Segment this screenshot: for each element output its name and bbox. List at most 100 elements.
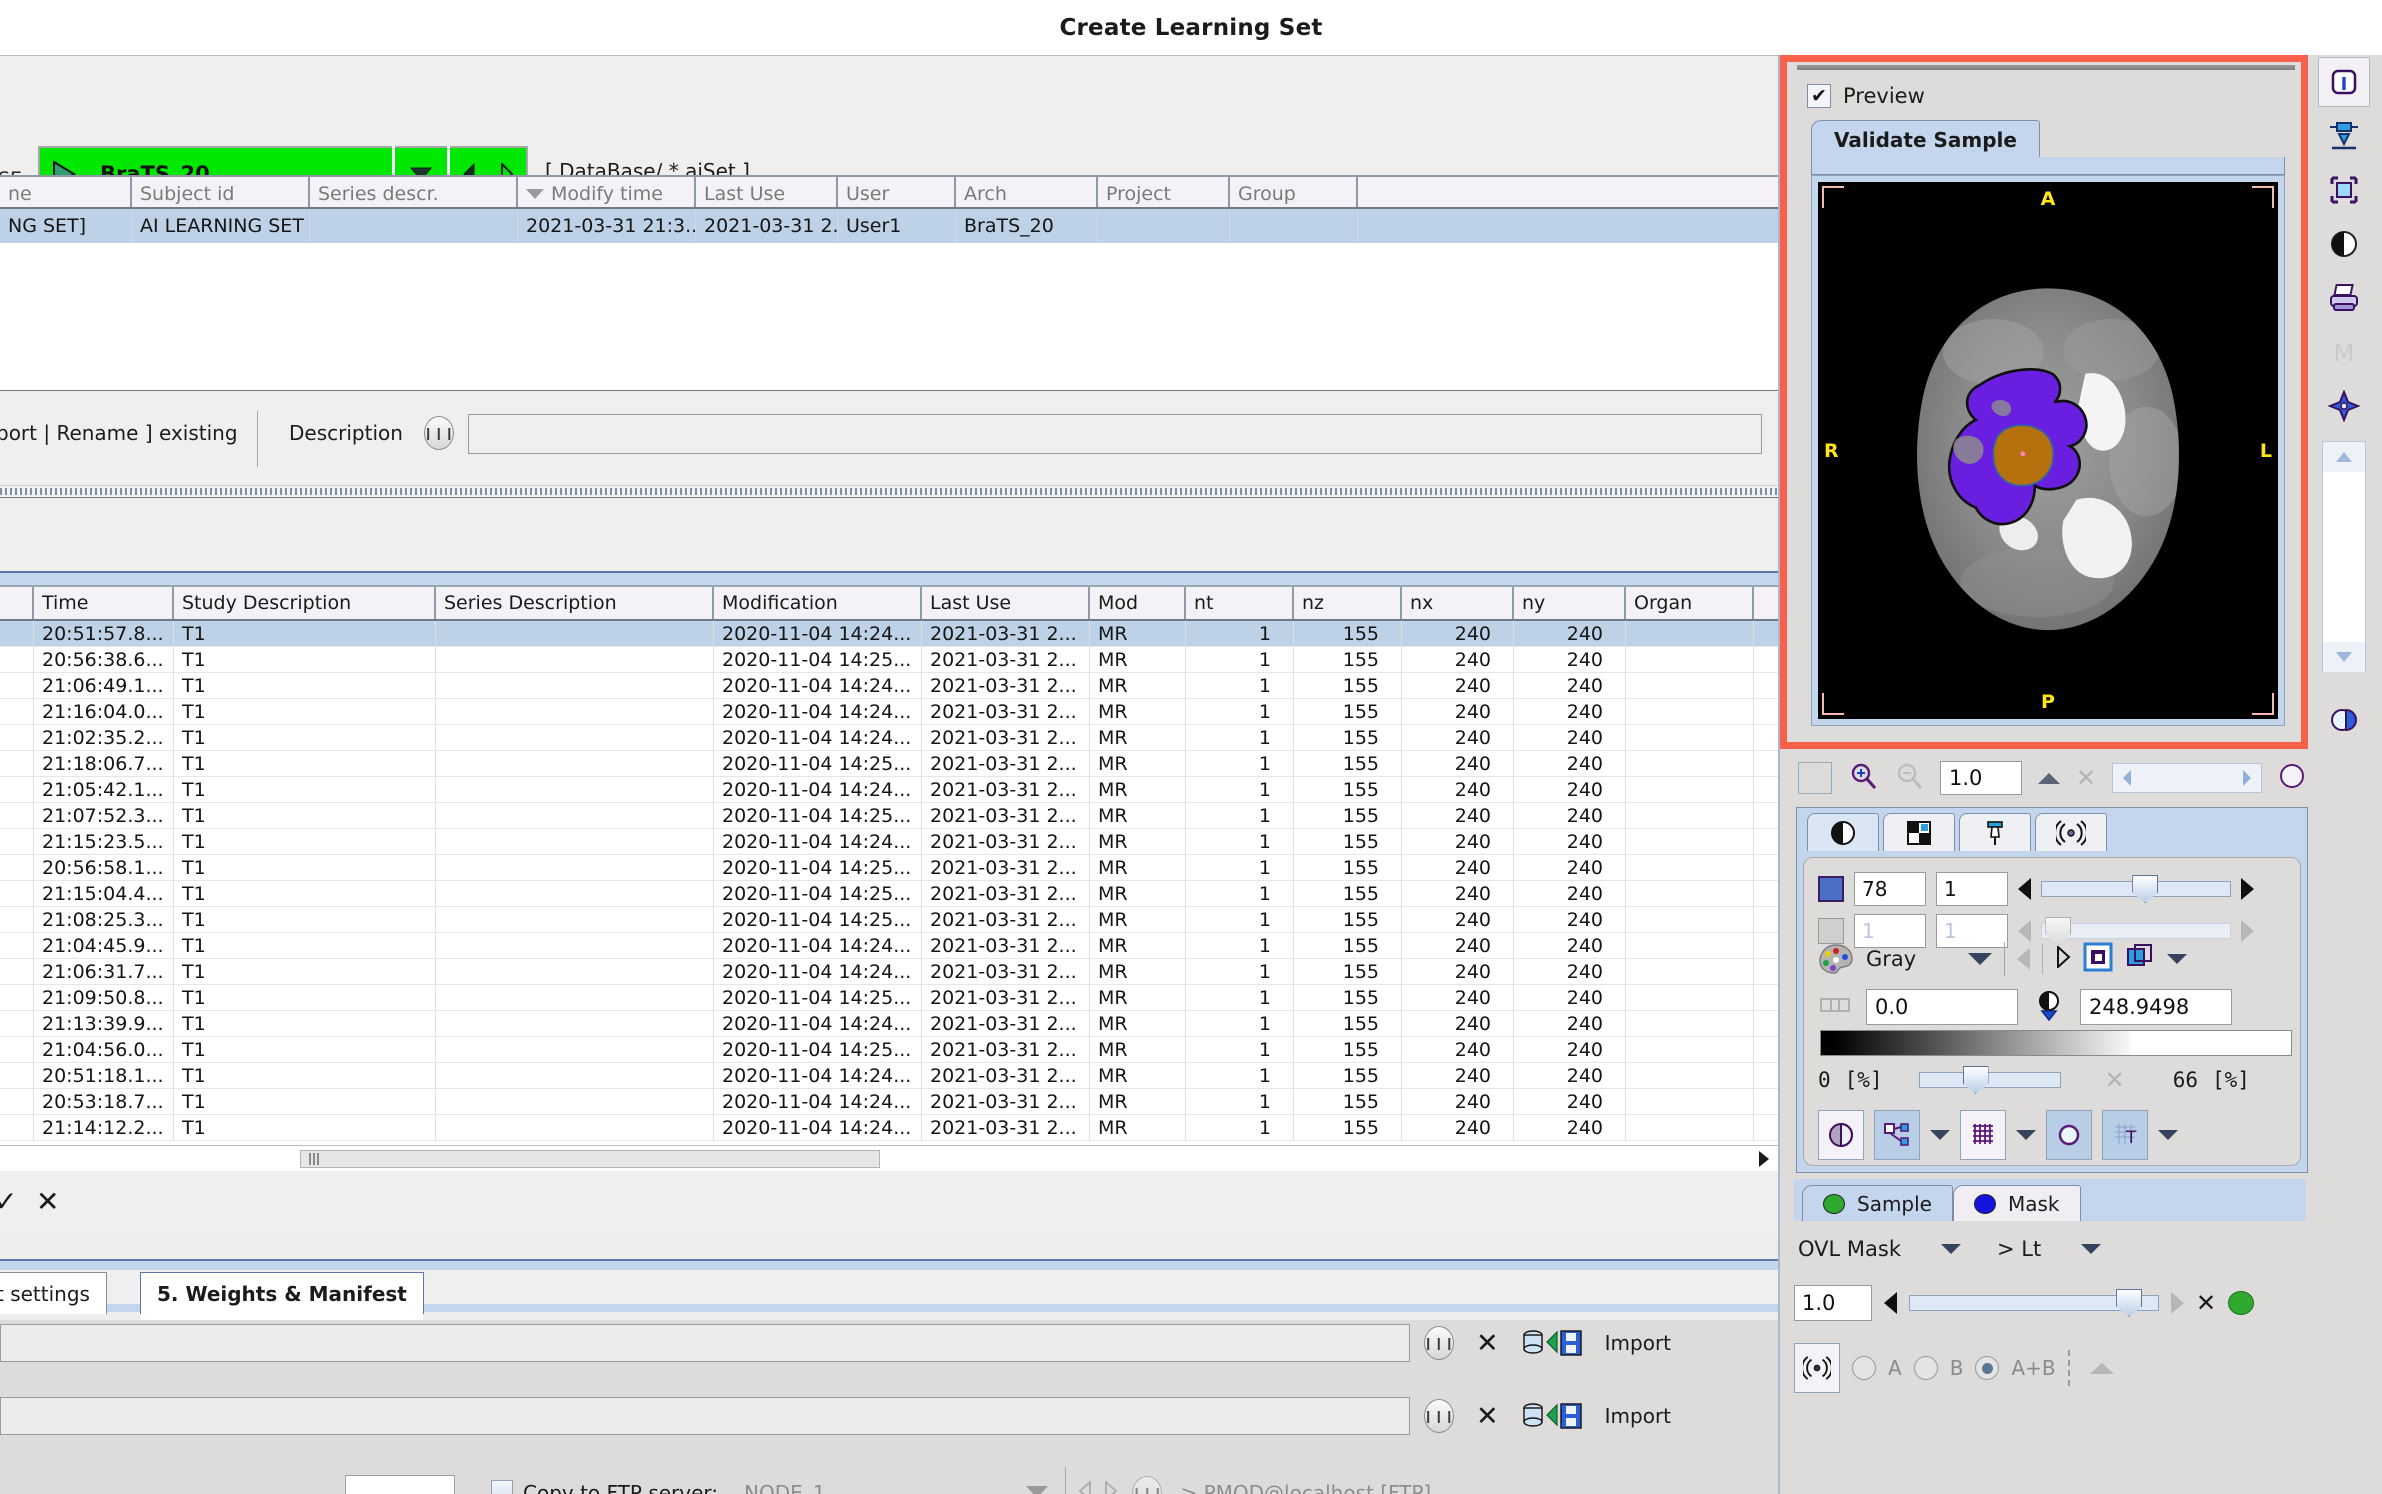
table-row[interactable]: 21:15:23.5... T1 2020-11-04 14:24... 2021-0…	[0, 829, 1778, 855]
table-row[interactable]: 20:56:58.1... T1 2020-11-04 14:25... 2021-0…	[0, 855, 1778, 881]
percent-clear-button[interactable]: ✕	[2105, 1066, 2125, 1094]
table-row[interactable]: 21:05:42.1... T1 2020-11-04 14:24... 2021-0…	[0, 777, 1778, 803]
dataset-column-header[interactable]: Group	[1230, 177, 1358, 207]
percent-slider-track[interactable]	[1918, 1066, 2061, 1094]
fusion-toggle-icon[interactable]	[2278, 762, 2306, 794]
table-row[interactable]: 21:09:50.8... T1 2020-11-04 14:25... 2021-0…	[0, 985, 1778, 1011]
series-column-header[interactable]: Study Description	[174, 587, 436, 619]
info-icon[interactable]: I	[2318, 57, 2370, 107]
text-overlay-icon[interactable]: T	[2102, 1110, 2148, 1160]
invert-colormap-icon[interactable]	[2083, 942, 2113, 976]
series-column-header[interactable]: nz	[1294, 587, 1402, 619]
series-column-header[interactable]: nt	[1186, 587, 1294, 619]
print-icon[interactable]	[2318, 273, 2370, 323]
zoom-stepper-icon[interactable]	[2038, 772, 2060, 784]
row-selector-cell[interactable]	[0, 1063, 34, 1088]
table-row[interactable]: 20:51:18.1... T1 2020-11-04 14:24... 2021-0…	[0, 1063, 1778, 1089]
clear-button-2[interactable]: ✕	[1476, 1403, 1499, 1430]
row-selector-cell[interactable]	[0, 621, 34, 646]
row-selector-cell[interactable]	[0, 1089, 34, 1114]
row-selector-cell[interactable]	[0, 855, 34, 880]
page-next-icon[interactable]	[2233, 768, 2261, 788]
colormap-next-icon[interactable]	[2055, 944, 2071, 972]
dataset-column-header[interactable]: Subject id	[132, 177, 310, 207]
clear-button-1[interactable]: ✕	[1476, 1330, 1499, 1357]
browse-button-1[interactable]: ❙❙❙	[1423, 1326, 1454, 1360]
sidebar-scrollbar[interactable]	[2322, 441, 2366, 672]
slice-next-icon[interactable]	[2241, 878, 2254, 900]
weights-path-input-1[interactable]	[0, 1324, 1410, 1362]
crop-icon[interactable]	[2318, 165, 2370, 215]
series-column-header[interactable]: Mod	[1090, 587, 1186, 619]
zoom-clear-button[interactable]: ✕	[2076, 764, 2096, 792]
scroll-right-icon[interactable]	[1750, 1147, 1778, 1171]
table-row[interactable]: 21:18:06.7... T1 2020-11-04 14:25... 2021-0…	[0, 751, 1778, 777]
table-row[interactable]: 21:08:25.3... T1 2020-11-04 14:25... 2021-0…	[0, 907, 1778, 933]
opacity-input[interactable]: 1.0	[1794, 1285, 1872, 1321]
chevron-down-icon[interactable]	[1025, 1484, 1049, 1494]
slice-step-input[interactable]: 1	[1936, 872, 2008, 906]
dataset-column-header[interactable]: User	[838, 177, 956, 207]
grayscale-gradient-bar[interactable]	[1820, 1030, 2292, 1056]
threshold-max-input[interactable]: 248.9498	[2080, 989, 2232, 1025]
table-row[interactable]: 21:15:04.4... T1 2020-11-04 14:25... 2021-0…	[0, 881, 1778, 907]
row-selector-cell[interactable]	[0, 881, 34, 906]
colormap-dropdown-icon[interactable]	[1968, 953, 1992, 965]
slice-color-swatch[interactable]	[1818, 876, 1844, 902]
opacity-slider-thumb[interactable]	[2116, 1289, 2143, 1317]
row-selector-cell[interactable]	[0, 1037, 34, 1062]
horizontal-scrollbar[interactable]	[0, 1145, 1778, 1171]
ftp-options-button[interactable]: ❙❙❙	[1132, 1476, 1163, 1494]
panel-grip[interactable]	[1797, 65, 2295, 70]
table-row[interactable]: 21:06:31.7... T1 2020-11-04 14:24... 2021-0…	[0, 959, 1778, 985]
import-group-2[interactable]: Import	[1522, 1401, 1671, 1431]
slice-slider-thumb[interactable]	[2132, 875, 2159, 903]
node-options-icon[interactable]	[1930, 1130, 1950, 1140]
text-options-icon[interactable]	[2158, 1130, 2178, 1140]
tab-mask[interactable]: Mask	[1953, 1185, 2081, 1221]
table-row[interactable]: 21:14:12.2... T1 2020-11-04 14:24... 2021-0…	[0, 1115, 1778, 1141]
dataset-table-row[interactable]: NG SET] AI LEARNING SET 2021-03-31 21:3...…	[0, 209, 1778, 243]
row-selector-cell[interactable]	[0, 673, 34, 698]
mri-slice-image[interactable]: A P R L	[1818, 182, 2278, 719]
contrast-icon[interactable]	[2318, 219, 2370, 269]
series-column-header[interactable]: Modification	[714, 587, 922, 619]
page-navigator[interactable]	[2112, 763, 2263, 793]
table-row[interactable]: 21:02:35.2... T1 2020-11-04 14:24... 2021-0…	[0, 725, 1778, 751]
series-column-header[interactable]: Time	[34, 587, 174, 619]
series-column-header[interactable]: nx	[1402, 587, 1514, 619]
dataset-column-header[interactable]: Last Use	[696, 177, 838, 207]
slice-previous-icon[interactable]	[2018, 878, 2031, 900]
dataset-column-header[interactable]: Series descr.	[310, 177, 518, 207]
page-previous-icon[interactable]	[2113, 768, 2141, 788]
dataset-column-header[interactable]: ne	[0, 177, 132, 207]
opacity-previous-icon[interactable]	[1884, 1292, 1897, 1314]
node-graph-icon[interactable]	[1874, 1110, 1920, 1160]
tab-fusion[interactable]	[2035, 813, 2107, 851]
colormap-options-icon[interactable]	[2167, 954, 2187, 964]
row-selector-cell[interactable]	[0, 829, 34, 854]
description-options-button[interactable]: ❙❙❙	[423, 416, 454, 450]
expand-icon[interactable]	[2089, 1362, 2114, 1374]
dataset-column-header[interactable]: Arch	[956, 177, 1098, 207]
preview-checkbox[interactable]: ✔	[1807, 84, 1831, 108]
table-row[interactable]: 21:04:45.9... T1 2020-11-04 14:24... 2021-0…	[0, 933, 1778, 959]
opacity-clear-button[interactable]: ✕	[2196, 1289, 2216, 1317]
threshold-min-input[interactable]: 0.0	[1866, 989, 2018, 1025]
table-row[interactable]: 20:51:57.8... T1 2020-11-04 14:24... 2021-0…	[0, 621, 1778, 647]
grid-icon[interactable]	[1960, 1110, 2006, 1160]
weights-path-input-2[interactable]	[0, 1397, 1410, 1435]
row-selector-cell[interactable]	[0, 1115, 34, 1140]
table-row[interactable]: 21:07:52.3... T1 2020-11-04 14:25... 2021-0…	[0, 803, 1778, 829]
scroll-up-icon[interactable]	[2323, 442, 2365, 472]
tab-pin[interactable]	[1959, 813, 2031, 851]
tab-contrast[interactable]	[1807, 813, 1879, 851]
percent-slider-thumb[interactable]	[1962, 1066, 1989, 1094]
accept-button[interactable]: ✓	[0, 1185, 17, 1218]
dataset-column-header[interactable]: Modify time	[518, 177, 696, 207]
slice-slider-track[interactable]	[2041, 875, 2231, 903]
ftp-previous-icon[interactable]	[1078, 1479, 1092, 1494]
threshold-mode-dropdown-icon[interactable]	[2081, 1244, 2102, 1254]
movie-icon[interactable]: M	[2318, 327, 2370, 377]
grid-options-icon[interactable]	[2016, 1130, 2036, 1140]
